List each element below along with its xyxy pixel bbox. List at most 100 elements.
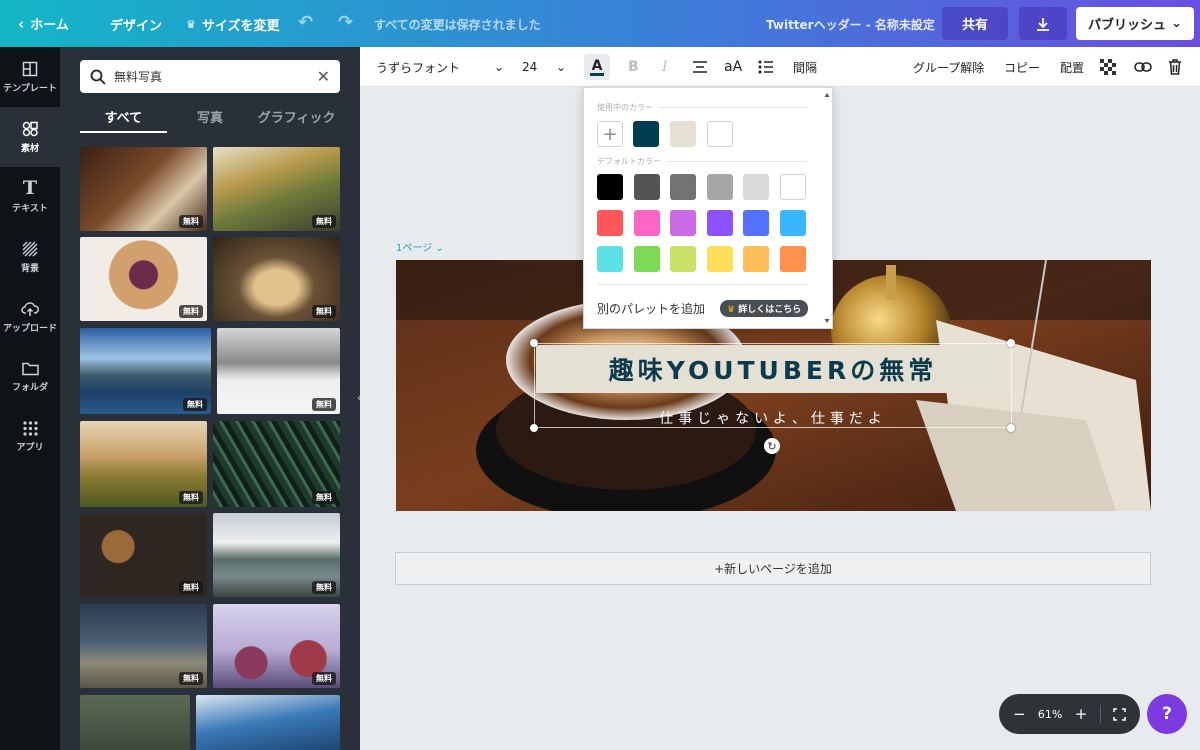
- tab-photos[interactable]: 写真: [167, 107, 254, 133]
- photo-thumbnail[interactable]: 無料: [213, 147, 340, 231]
- apps-icon: [22, 421, 38, 436]
- photo-thumbnail[interactable]: 無料: [80, 328, 211, 414]
- ungroup-button[interactable]: グループ解除: [913, 47, 984, 87]
- rotate-icon[interactable]: ↻: [764, 438, 780, 454]
- close-icon[interactable]: ✕: [317, 67, 330, 86]
- color-swatch[interactable]: [597, 246, 623, 272]
- color-picker-popover: 使用中のカラー + デフォルトカラー 別のパレットを追加 ♛ 詳しくはこちら: [583, 87, 833, 329]
- page-label[interactable]: 1ページ ⌄: [396, 239, 444, 254]
- page-label-text: 1ページ: [396, 243, 433, 254]
- rail-item-folders[interactable]: フォルダ: [0, 347, 60, 407]
- color-swatch[interactable]: [670, 174, 696, 200]
- photo-thumbnail[interactable]: 無料: [213, 604, 340, 688]
- home-button[interactable]: ‹ ホーム: [18, 14, 69, 34]
- rail-item-text[interactable]: T テキスト: [0, 167, 60, 227]
- tab-graphics[interactable]: グラフィック: [253, 107, 340, 133]
- learn-more-button[interactable]: ♛ 詳しくはこちら: [720, 300, 809, 317]
- help-button[interactable]: ?: [1147, 694, 1187, 734]
- color-swatch[interactable]: [743, 210, 769, 236]
- list-icon[interactable]: [758, 47, 774, 87]
- popover-scrollbar[interactable]: [824, 92, 830, 324]
- arrange-button[interactable]: 配置: [1060, 47, 1084, 87]
- color-swatch[interactable]: [670, 121, 696, 147]
- bold-icon[interactable]: B: [628, 47, 639, 87]
- copy-button[interactable]: コピー: [1004, 47, 1040, 87]
- zoom-level[interactable]: 61%: [1038, 708, 1062, 721]
- redo-icon[interactable]: ↷: [338, 12, 353, 33]
- photo-thumbnail[interactable]: 無料: [217, 328, 340, 414]
- text-icon: T: [22, 177, 38, 199]
- color-swatch[interactable]: [779, 246, 806, 272]
- color-swatch[interactable]: [707, 121, 733, 147]
- search-input[interactable]: 無料写真 ✕: [80, 60, 340, 93]
- font-size-selector[interactable]: 24 ⌄: [522, 47, 566, 87]
- spacing-button[interactable]: 間隔: [793, 47, 817, 87]
- share-button[interactable]: 共有: [942, 7, 1008, 40]
- add-page-button[interactable]: +新しいページを追加: [395, 552, 1151, 585]
- photo-thumbnail[interactable]: 無料: [80, 421, 207, 507]
- zoom-out-button[interactable]: −: [1013, 705, 1026, 723]
- text-color-button[interactable]: A: [584, 54, 610, 80]
- document-title[interactable]: Twitterヘッダー - 名称未設定: [766, 16, 935, 33]
- photo-thumbnail[interactable]: 無料: [80, 147, 207, 231]
- resize-handle[interactable]: [1007, 424, 1015, 432]
- case-button[interactable]: aA: [724, 47, 742, 87]
- photo-thumbnail[interactable]: [196, 695, 340, 750]
- rail-item-templates[interactable]: テンプレート: [0, 47, 60, 107]
- color-swatch[interactable]: [779, 174, 806, 200]
- color-swatch[interactable]: [706, 246, 733, 272]
- rail-label: 素材: [20, 143, 39, 154]
- color-swatch[interactable]: [670, 210, 696, 236]
- tab-all[interactable]: すべて: [80, 107, 167, 133]
- folder-icon: [21, 362, 39, 376]
- selection-frame: [534, 343, 1012, 428]
- left-rail: テンプレート 素材 T テキスト 背景 アップロード フォルダ アプリ: [0, 47, 60, 750]
- photo-thumbnail[interactable]: [80, 695, 190, 750]
- undo-icon[interactable]: ↶: [298, 12, 313, 33]
- text-color-icon: A: [591, 57, 603, 74]
- color-swatch[interactable]: [743, 174, 769, 200]
- italic-icon[interactable]: I: [662, 47, 668, 87]
- resize-handle[interactable]: [530, 339, 538, 347]
- font-selector[interactable]: うずらフォント ⌄: [376, 47, 504, 87]
- color-swatch[interactable]: [743, 246, 769, 272]
- color-swatch[interactable]: [706, 174, 733, 200]
- link-icon[interactable]: [1134, 47, 1152, 87]
- color-swatch[interactable]: [597, 210, 623, 236]
- color-swatch[interactable]: [670, 246, 696, 272]
- publish-button[interactable]: パブリッシュ ⌄: [1076, 7, 1194, 40]
- resize-handle[interactable]: [530, 424, 538, 432]
- color-swatch[interactable]: [706, 210, 733, 236]
- transparency-icon[interactable]: [1100, 47, 1117, 87]
- color-swatch[interactable]: [779, 210, 806, 236]
- zoom-in-button[interactable]: +: [1075, 705, 1088, 723]
- color-swatch[interactable]: [633, 210, 660, 236]
- photo-thumbnail[interactable]: 無料: [80, 513, 207, 597]
- color-swatch[interactable]: [633, 246, 660, 272]
- chevron-down-icon: ⌄: [555, 60, 566, 74]
- trash-icon[interactable]: [1168, 47, 1182, 87]
- rail-label: 背景: [20, 263, 39, 274]
- add-color-button[interactable]: +: [597, 121, 623, 147]
- rail-item-elements[interactable]: 素材: [0, 107, 60, 167]
- add-palette-link[interactable]: 別のパレットを追加: [597, 300, 705, 317]
- rail-item-background[interactable]: 背景: [0, 227, 60, 287]
- color-swatch[interactable]: [633, 121, 659, 147]
- in-use-colors-heading: 使用中のカラー: [597, 102, 807, 113]
- photo-thumbnail[interactable]: 無料: [80, 237, 207, 321]
- design-menu[interactable]: デザイン: [110, 15, 162, 34]
- align-center-icon[interactable]: [692, 47, 708, 87]
- photo-thumbnail[interactable]: 無料: [213, 421, 340, 507]
- color-swatch[interactable]: [633, 174, 660, 200]
- rail-item-apps[interactable]: アプリ: [0, 407, 60, 467]
- photo-thumbnail[interactable]: 無料: [213, 513, 340, 597]
- color-swatch[interactable]: [597, 174, 623, 200]
- resize-handle[interactable]: [1007, 339, 1015, 347]
- resize-button[interactable]: ♛ サイズを変更: [186, 15, 280, 34]
- photo-thumbnail[interactable]: 無料: [213, 237, 340, 321]
- fullscreen-icon[interactable]: [1113, 707, 1126, 721]
- heading-text: 使用中のカラー: [597, 103, 653, 112]
- download-button[interactable]: [1019, 7, 1067, 40]
- photo-thumbnail[interactable]: 無料: [80, 604, 207, 688]
- rail-item-upload[interactable]: アップロード: [0, 287, 60, 347]
